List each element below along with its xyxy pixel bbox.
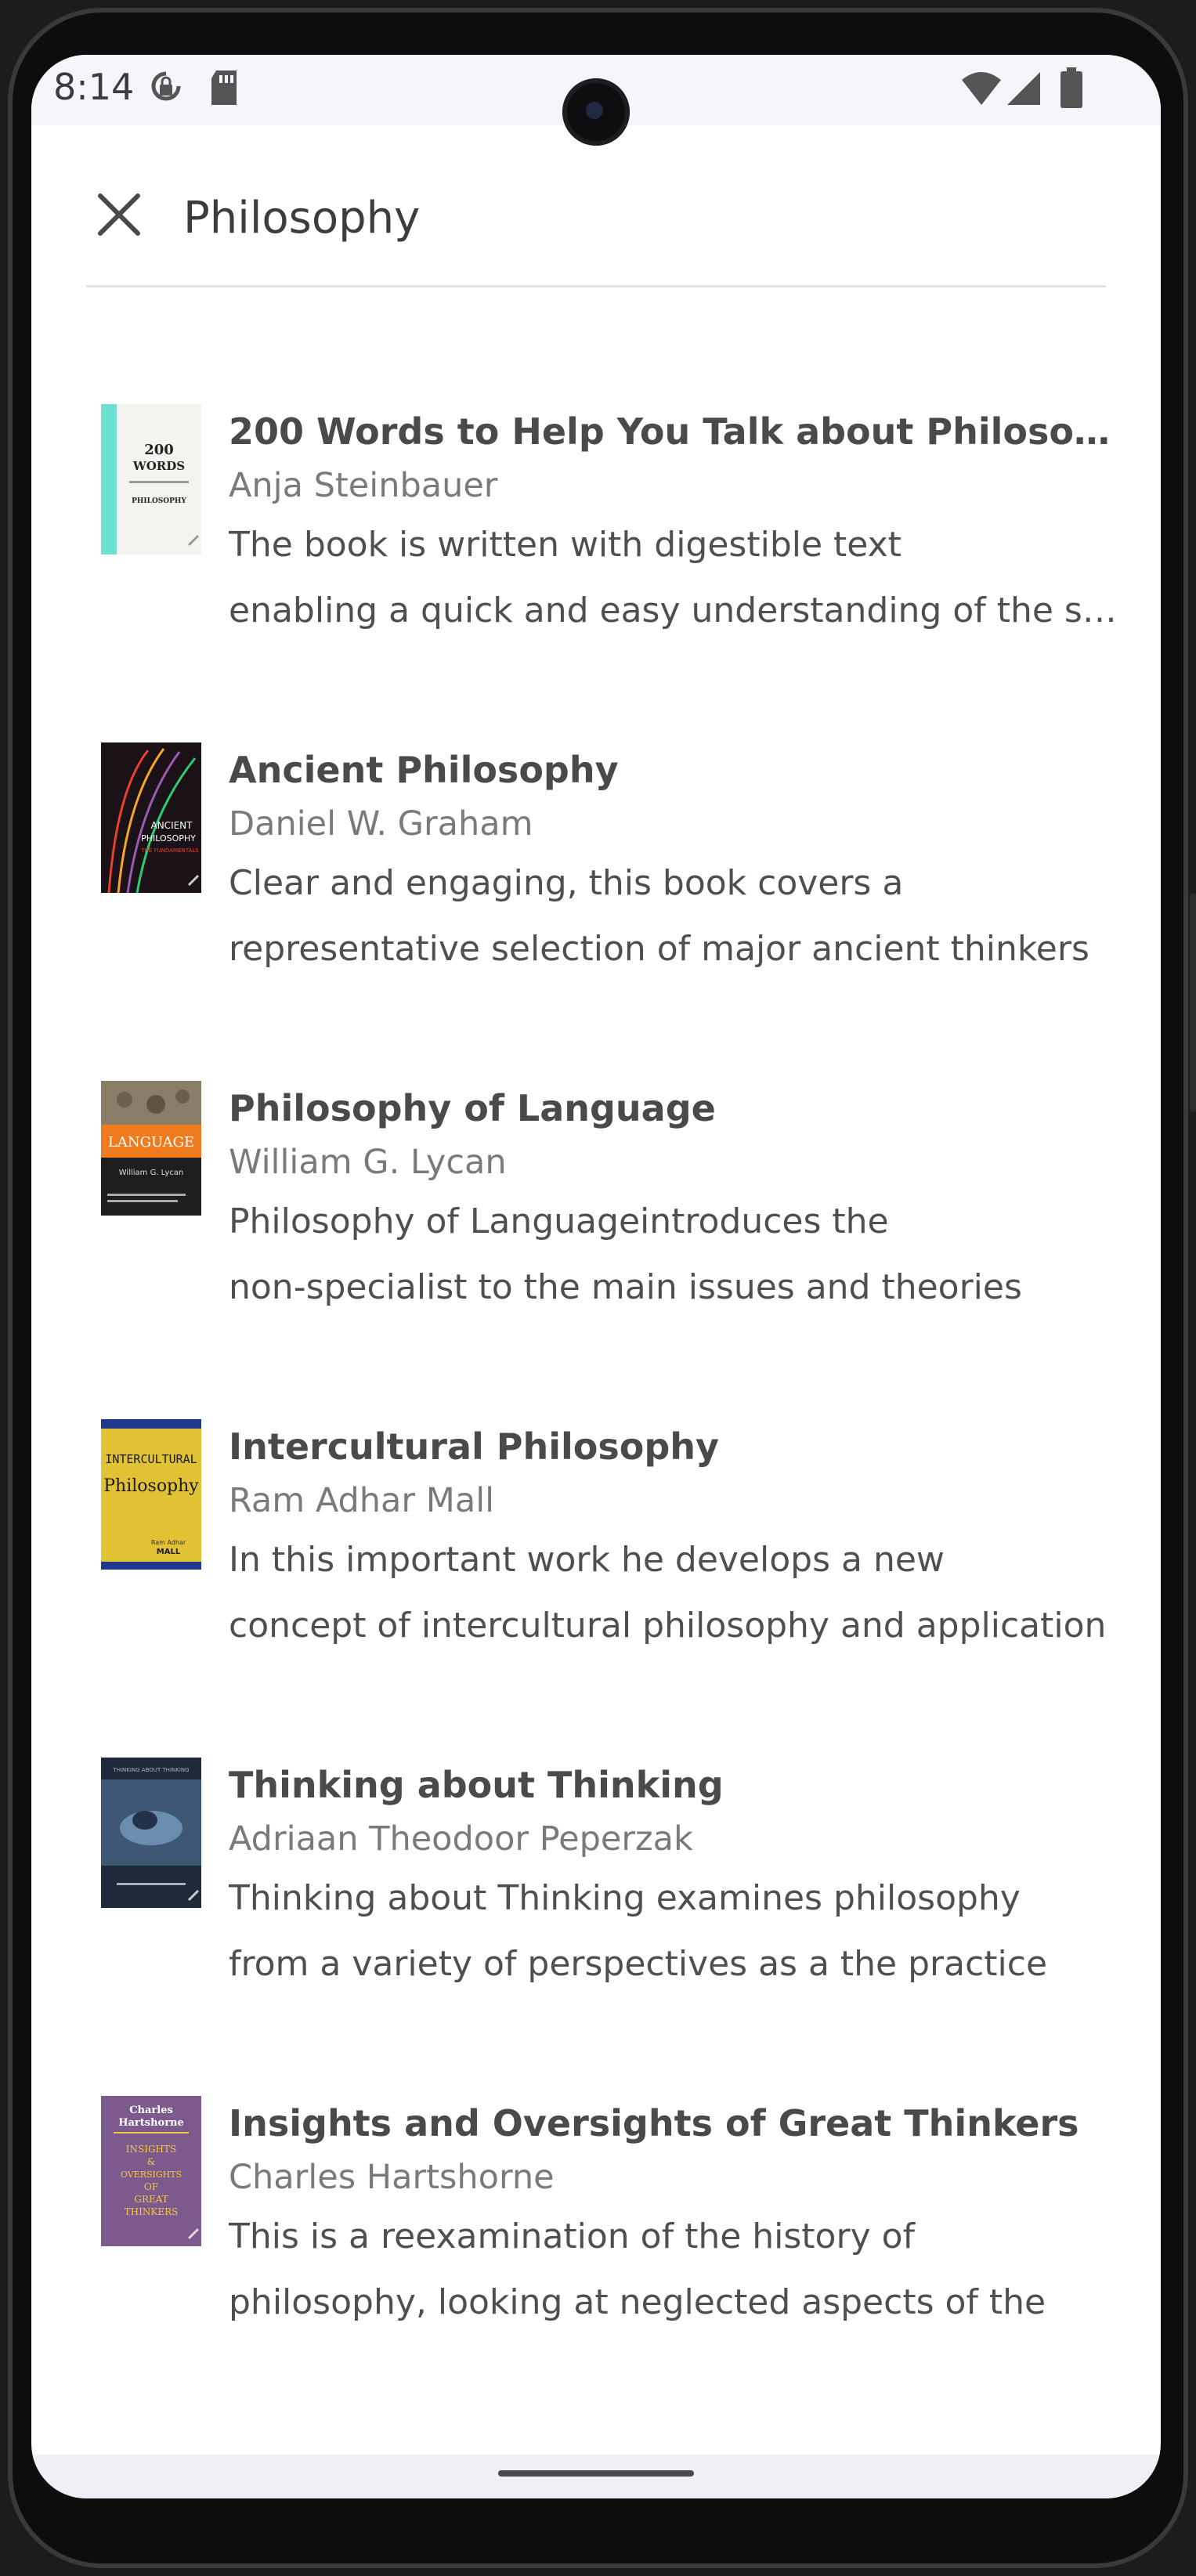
svg-text:MALL: MALL	[157, 1548, 181, 1556]
close-icon	[94, 190, 144, 243]
book-author: William G. Lycan	[229, 1143, 507, 1182]
book-author: Daniel W. Graham	[229, 804, 533, 844]
book-description-line: philosophy, looking at neglected aspects…	[229, 2282, 1046, 2322]
book-cover: Charles Hartshorne INSIGHTS & OVERSIGHTS…	[101, 2096, 201, 2246]
book-title: Insights and Oversights of Great Thinker…	[229, 2102, 1079, 2144]
book-title: Intercultural Philosophy	[229, 1425, 720, 1468]
book-description: The book is written with digestible text…	[229, 512, 1122, 644]
book-cover: THINKING ABOUT THINKING	[101, 1758, 201, 1908]
svg-text:INTERCULTURAL: INTERCULTURAL	[105, 1452, 197, 1466]
wifi-icon	[960, 70, 1003, 110]
sd-card-icon	[208, 69, 240, 110]
svg-text:THINKERS: THINKERS	[125, 2206, 179, 2217]
svg-text:PHILOSOPHY: PHILOSOPHY	[141, 833, 196, 844]
list-item[interactable]: ANCIENT PHILOSOPHY THE FUNDAMENTALS Anci…	[31, 652, 1161, 981]
screen: 8:14 Philosophy 200 WORDS PHILOSOPHY 200…	[31, 55, 1161, 2498]
book-text: Thinking about Thinking Adriaan Theodoor…	[229, 1761, 1122, 1997]
book-text: Philosophy of Language William G. Lycan …	[229, 1084, 1122, 1321]
status-bar: 8:14	[31, 55, 1161, 146]
list-item[interactable]: Charles Hartshorne INSIGHTS & OVERSIGHTS…	[31, 2005, 1161, 2334]
search-input[interactable]	[183, 188, 1107, 247]
book-description: Thinking about Thinking examines philoso…	[229, 1866, 1122, 1997]
book-author: Charles Hartshorne	[229, 2158, 555, 2197]
book-title: Ancient Philosophy	[229, 749, 619, 791]
book-description-line: concept of intercultural philosophy and …	[229, 1606, 1107, 1646]
device-frame: 8:14 Philosophy 200 WORDS PHILOSOPHY 200…	[0, 0, 1196, 2576]
book-cover: INTERCULTURAL Philosophy Ram Adhar MALL	[101, 1419, 201, 1570]
book-author: Anja Steinbauer	[229, 466, 498, 505]
svg-text:WORDS: WORDS	[132, 459, 185, 473]
list-item[interactable]: 200 WORDS PHILOSOPHY 200 Words to Help Y…	[31, 313, 1161, 642]
svg-text:&: &	[147, 2156, 156, 2167]
sync-lock-icon	[149, 69, 183, 111]
book-description-line: Thinking about Thinking examines philoso…	[229, 1878, 1021, 1918]
book-description-line: Philosophy of Languageintroduces the	[229, 1201, 889, 1241]
book-description-line: representative selection of major ancien…	[229, 929, 1089, 969]
close-button[interactable]	[89, 186, 149, 246]
svg-text:Ram Adhar: Ram Adhar	[151, 1539, 186, 1546]
book-author: Adriaan Theodoor Peperzak	[229, 1819, 693, 1859]
svg-text:Charles: Charles	[129, 2105, 173, 2116]
svg-text:LANGUAGE: LANGUAGE	[108, 1134, 194, 1151]
svg-text:GREAT: GREAT	[134, 2194, 168, 2205]
book-description-line: non-specialist to the main issues and th…	[229, 1267, 1022, 1307]
svg-text:William G. Lycan: William G. Lycan	[119, 1169, 183, 1177]
svg-text:Hartshorne: Hartshorne	[118, 2117, 184, 2129]
svg-text:ANCIENT: ANCIENT	[151, 820, 193, 831]
battery-icon	[1061, 67, 1082, 111]
book-title: Philosophy of Language	[229, 1087, 716, 1129]
book-description-line: In this important work he develops a new	[229, 1540, 945, 1580]
svg-text:INSIGHTS: INSIGHTS	[126, 2144, 176, 2155]
book-description-line: Clear and engaging, this book covers a	[229, 863, 904, 903]
status-time: 8:14	[53, 66, 135, 108]
svg-text:THE FUNDAMENTALS: THE FUNDAMENTALS	[140, 847, 199, 854]
svg-text:Philosophy: Philosophy	[103, 1476, 199, 1496]
book-description-line: The book is written with digestible text	[229, 525, 902, 565]
book-description-line: enabling a quick and easy understanding …	[229, 591, 1122, 630]
book-description: Philosophy of Languageintroduces the non…	[229, 1189, 1122, 1321]
list-item[interactable]: LANGUAGE William G. Lycan Philosophy of …	[31, 990, 1161, 1319]
svg-text:PHILOSOPHY: PHILOSOPHY	[132, 497, 186, 505]
svg-text:OF: OF	[144, 2181, 158, 2192]
book-title: 200 Words to Help You Talk about Philoso…	[229, 410, 1122, 453]
book-author: Ram Adhar Mall	[229, 1481, 495, 1520]
list-item[interactable]: THINKING ABOUT THINKING Thinking about T…	[31, 1667, 1161, 1996]
svg-text:OVERSIGHTS: OVERSIGHTS	[121, 2170, 182, 2180]
book-text: Ancient Philosophy Daniel W. Graham Clea…	[229, 746, 1122, 982]
book-description: Clear and engaging, this book covers a r…	[229, 851, 1122, 982]
home-handle[interactable]	[498, 2470, 694, 2477]
book-cover: 200 WORDS PHILOSOPHY	[101, 404, 201, 555]
book-cover: LANGUAGE William G. Lycan	[101, 1081, 201, 1216]
book-text: 200 Words to Help You Talk about Philoso…	[229, 407, 1122, 644]
svg-text:200: 200	[144, 442, 174, 458]
book-description-line: This is a reexamination of the history o…	[229, 2217, 916, 2256]
book-text: Intercultural Philosophy Ram Adhar Mall …	[229, 1422, 1122, 1659]
signal-icon	[1006, 70, 1042, 110]
book-cover: ANCIENT PHILOSOPHY THE FUNDAMENTALS	[101, 742, 201, 893]
gesture-nav-bar	[31, 2455, 1161, 2498]
front-camera	[562, 78, 630, 146]
book-description-line: from a variety of perspectives as a the …	[229, 1944, 1048, 1984]
svg-text:THINKING ABOUT THINKING: THINKING ABOUT THINKING	[112, 1767, 189, 1773]
book-text: Insights and Oversights of Great Thinker…	[229, 2099, 1122, 2336]
list-item[interactable]: INTERCULTURAL Philosophy Ram Adhar MALL …	[31, 1328, 1161, 1657]
book-title: Thinking about Thinking	[229, 1764, 724, 1806]
book-description: This is a reexamination of the history o…	[229, 2204, 1122, 2336]
volume-button	[1190, 1018, 1196, 1112]
search-divider	[86, 285, 1106, 287]
book-description: In this important work he develops a new…	[229, 1527, 1122, 1659]
